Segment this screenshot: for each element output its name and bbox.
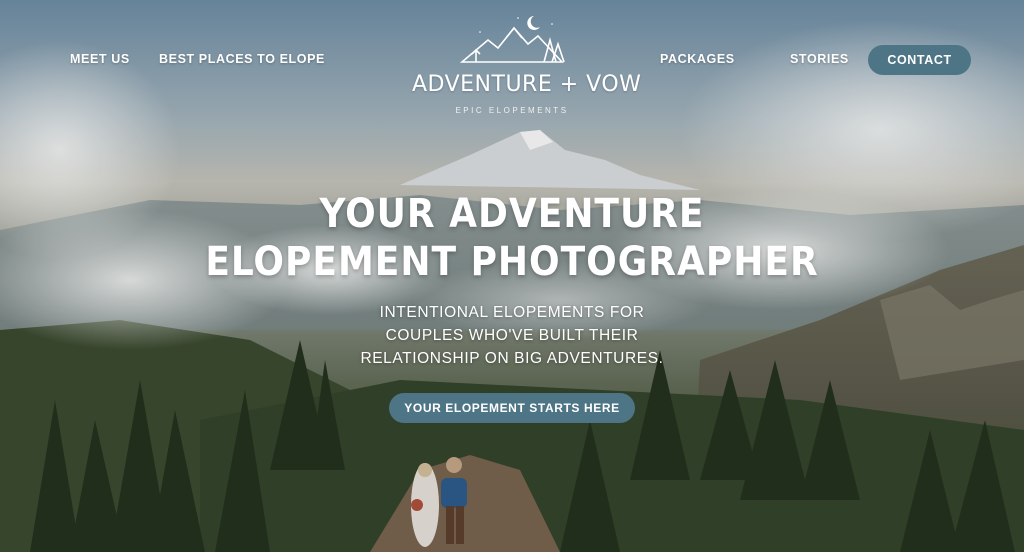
elopement-starts-here-button[interactable]: YOUR ELOPEMENT STARTS HERE (389, 393, 635, 423)
nav-best-places-to-elope[interactable]: BEST PLACES TO ELOPE (159, 52, 325, 66)
nav-packages[interactable]: PACKAGES (660, 52, 735, 66)
hero-subheadline-line: COUPLES WHO'VE BUILT THEIR (385, 327, 639, 344)
hero-subheadline-line: RELATIONSHIP ON BIG ADVENTURES. (360, 350, 664, 367)
site-logo[interactable]: ADVENTURE + VOW EPIC ELOPEMENTS (412, 10, 642, 115)
nav-stories[interactable]: STORIES (790, 52, 849, 66)
hero-headline-line-2: ELOPEMENT PHOTOGRAPHER (205, 239, 819, 285)
logo-tagline: EPIC ELOPEMENTS (455, 106, 569, 115)
crescent-moon-icon (527, 16, 540, 30)
contact-button[interactable]: CONTACT (868, 45, 971, 75)
mountain-logo-icon (459, 16, 565, 63)
hero-subheadline-line: INTENTIONAL ELOPEMENTS FOR (379, 304, 645, 321)
hero-headline-line-1: YOUR ADVENTURE (319, 191, 705, 237)
logo-wordmark: ADVENTURE + VOW (412, 72, 642, 97)
nav-meet-us[interactable]: MEET US (70, 52, 130, 66)
hero-subheadline: INTENTIONAL ELOPEMENTS FOR COUPLES WHO'V… (312, 301, 712, 370)
